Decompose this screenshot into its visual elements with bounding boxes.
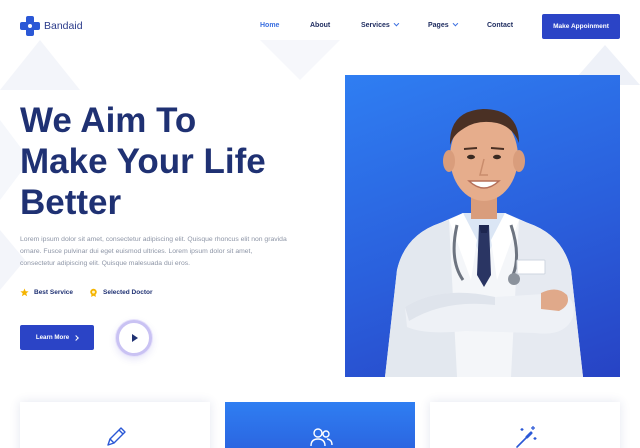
hero-doctor-image [345, 75, 620, 377]
logo-text: Bandaid [44, 20, 83, 32]
feature-best-service: Best Service [20, 288, 73, 297]
hero-description: Lorem ipsum dolor sit amet, consectetur … [20, 236, 287, 267]
nav-item-contact[interactable]: Contact [487, 22, 513, 29]
badge-icon [90, 288, 97, 297]
pencil-icon [107, 427, 126, 446]
magic-wand-icon [516, 426, 537, 448]
nav-item-services[interactable]: Services [361, 20, 400, 29]
make-appointment-button[interactable]: Make Appoinment [542, 14, 620, 39]
service-card[interactable] [20, 402, 210, 448]
play-icon [132, 334, 138, 342]
learn-more-button[interactable]: Learn More [20, 325, 94, 350]
hero-title-line: We Aim To [20, 101, 197, 140]
hero-title-line: Make Your Life [20, 142, 266, 181]
users-icon [310, 428, 333, 447]
play-video-button[interactable] [116, 320, 152, 356]
feature-selected-doctor: Selected Doctor [89, 288, 153, 297]
logo[interactable]: Bandaid [20, 16, 83, 36]
service-card-active[interactable] [225, 402, 415, 448]
nav-item-pages[interactable]: Pages [428, 20, 458, 29]
medical-cross-icon [20, 16, 40, 36]
nav-item-about[interactable]: About [310, 22, 330, 29]
site-header: Bandaid Home About Services Pages Contac… [0, 0, 640, 54]
hero-title-line: Better [20, 183, 122, 222]
star-icon [20, 288, 29, 297]
chevron-down-icon [393, 20, 400, 27]
nav-item-home[interactable]: Home [260, 22, 279, 29]
chevron-down-icon [452, 20, 458, 27]
hero-title: We Aim To Make Your Life Better [20, 100, 320, 223]
service-card[interactable] [430, 402, 620, 448]
chevron-right-icon [73, 334, 80, 341]
doctor-illustration [385, 109, 583, 377]
